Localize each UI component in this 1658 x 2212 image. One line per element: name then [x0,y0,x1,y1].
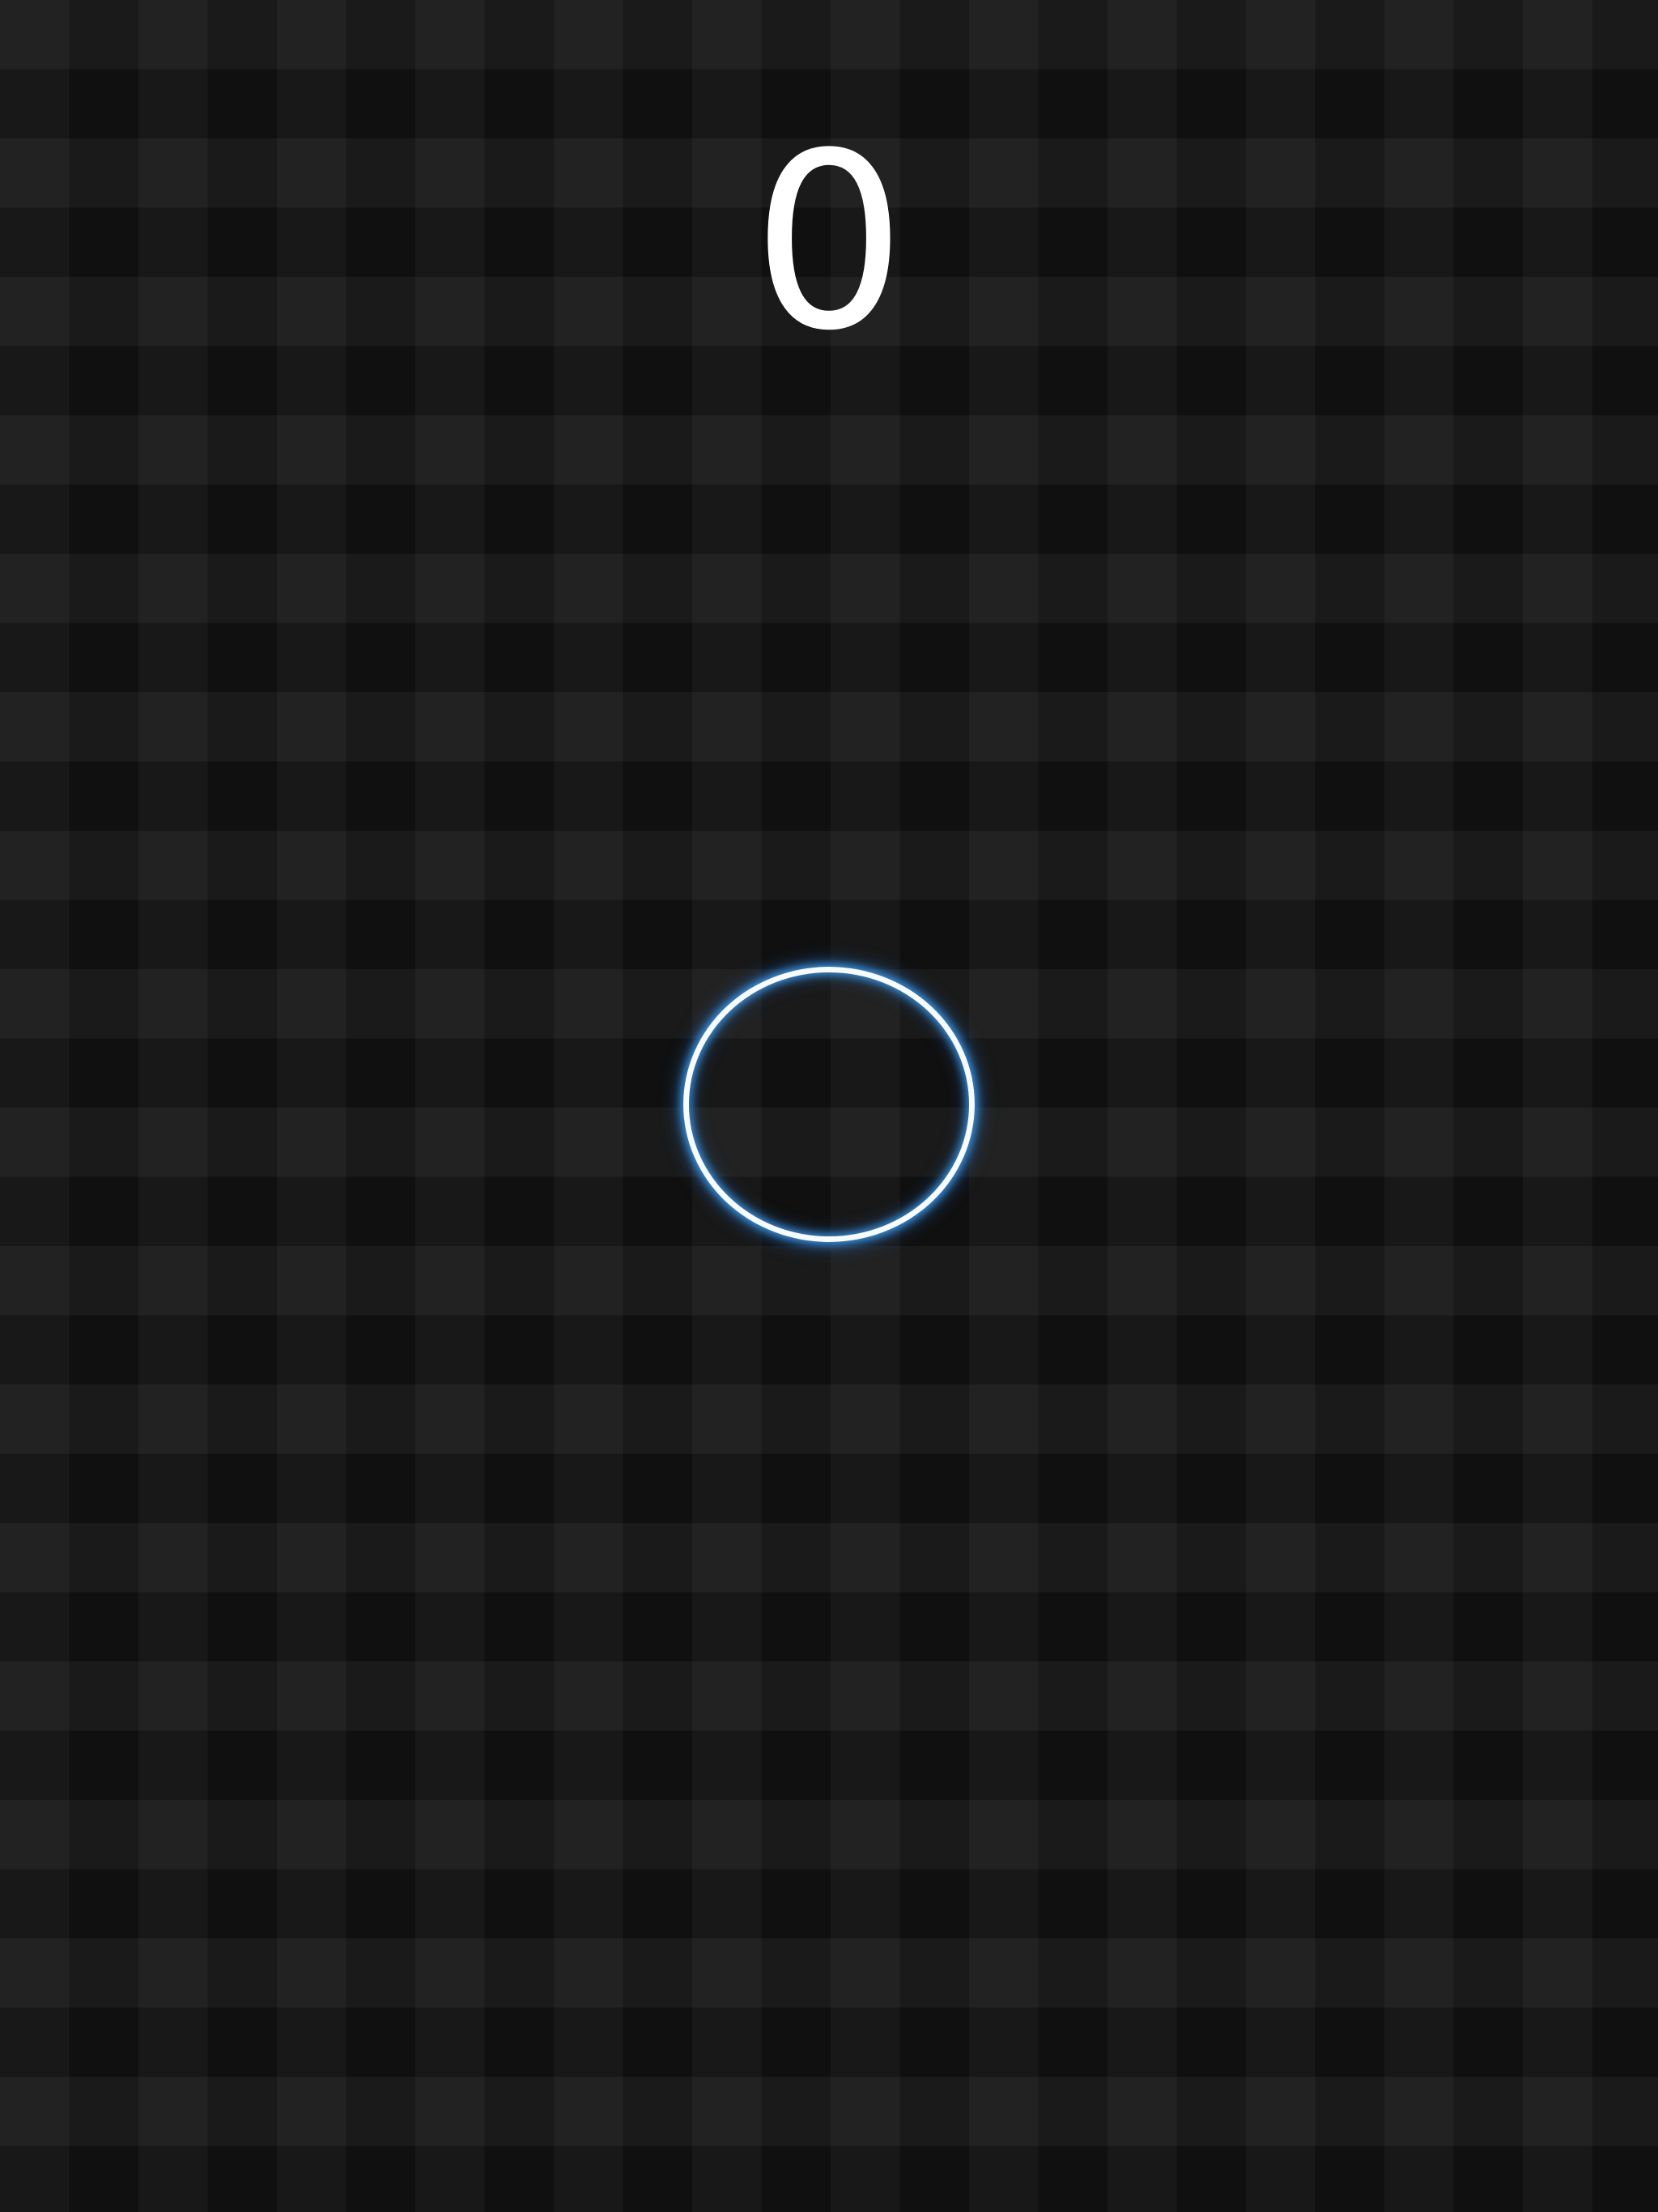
score-counter: 0 [751,101,907,384]
game-board[interactable]: 0 [0,0,1658,2212]
glowing-ring-icon[interactable] [683,967,975,1242]
